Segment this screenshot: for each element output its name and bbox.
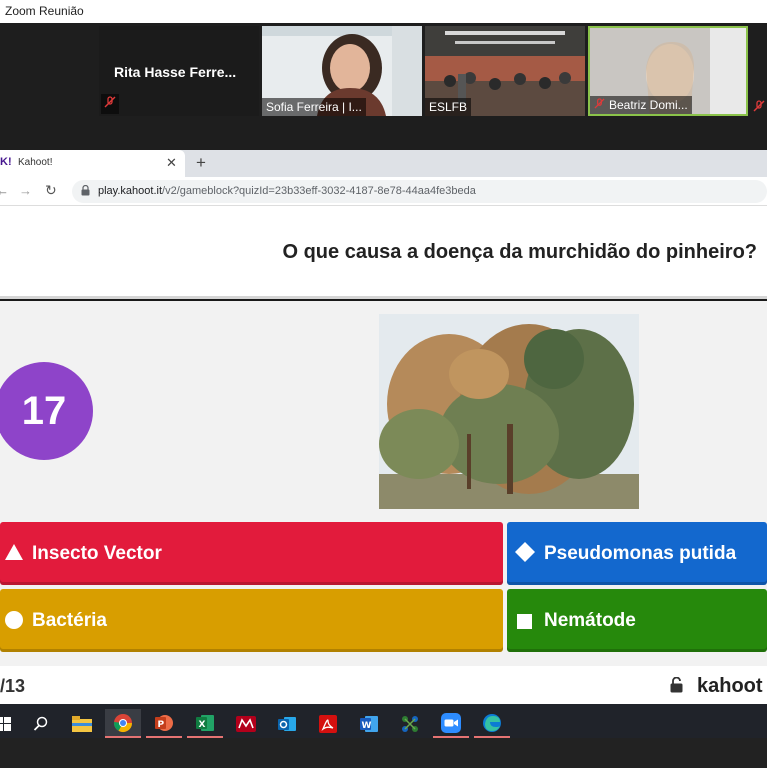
answer-button-3[interactable]: Bactéria [0, 589, 503, 652]
participant-name-label: Rita Hasse Ferre... [114, 64, 237, 80]
tab-kahoot[interactable]: K! Kahoot! ✕ [0, 150, 185, 177]
network-app-icon[interactable] [392, 709, 428, 738]
zoom-icon[interactable] [433, 709, 469, 738]
search-icon[interactable] [23, 709, 59, 738]
address-bar[interactable]: play.kahoot.it/v2/gameblock?quizId=23b33… [72, 180, 767, 203]
tab-close-icon[interactable]: ✕ [166, 155, 177, 171]
file-explorer-icon[interactable] [64, 709, 100, 738]
answer-label: Pseudomonas putida [544, 542, 737, 564]
powerpoint-icon[interactable]: P [146, 709, 182, 738]
kahoot-tab-logo: K! [0, 156, 12, 168]
edge-icon[interactable] [474, 709, 510, 738]
participant-name-label: ESLFB [425, 98, 472, 116]
acrobat-icon[interactable] [310, 709, 346, 738]
square-icon [517, 613, 532, 635]
url-text: play.kahoot.it/v2/gameblock?quizId=23b33… [98, 185, 476, 197]
question-image [379, 314, 639, 509]
countdown-timer: 17 [0, 362, 93, 460]
tab-title: Kahoot! [18, 157, 53, 168]
svg-text:W: W [362, 721, 372, 731]
mic-muted-icon [753, 99, 765, 117]
participant-tile-rita[interactable]: Rita Hasse Ferre... [99, 26, 259, 116]
answer-label: Insecto Vector [32, 542, 162, 564]
question-text: O que causa a doença da murchidão do pin… [282, 241, 757, 263]
game-stage: 17 Insecto Vector Pseudomonas putida Bac… [0, 301, 767, 666]
excel-icon[interactable]: X [187, 709, 223, 738]
answer-button-4[interactable]: Nemátode [507, 589, 767, 652]
answer-label: Bactéria [32, 609, 107, 631]
diamond-icon [515, 542, 535, 568]
windows-taskbar: P X W [0, 704, 767, 738]
question-progress: 6/13 [0, 676, 26, 696]
mendeley-icon[interactable] [228, 709, 264, 738]
circle-icon [5, 611, 23, 635]
answer-button-1[interactable]: Insecto Vector [0, 522, 503, 585]
answer-button-2[interactable]: Pseudomonas putida [507, 522, 767, 585]
zoom-participant-strip: Rita Hasse Ferre... Sofia Ferreira | I..… [0, 23, 767, 150]
lower-screen-area [0, 738, 767, 768]
browser-toolbar: ← → ↻ play.kahoot.it/v2/gameblock?quizId… [0, 177, 767, 206]
back-icon[interactable]: ← [0, 183, 9, 198]
zoom-window-title: Zoom Reunião [0, 0, 767, 23]
participant-name-label: Sofia Ferreira | I... [262, 98, 366, 116]
forward-icon[interactable]: → [19, 183, 32, 198]
question-header: O que causa a doença da murchidão do pin… [0, 206, 767, 299]
mic-muted-icon [594, 98, 605, 112]
participant-tile-eslfb[interactable]: ESLFB [425, 26, 585, 116]
svg-text:P: P [158, 720, 165, 730]
browser-tab-strip: K! Kahoot! ✕ + [0, 150, 767, 177]
windows-start-icon[interactable] [0, 709, 22, 738]
outlook-icon[interactable] [269, 709, 305, 738]
chrome-icon[interactable] [105, 709, 141, 738]
answer-label: Nemátode [544, 609, 636, 631]
reload-icon[interactable]: ↻ [45, 182, 57, 199]
participant-tile-beatriz[interactable]: Beatriz Domi... [588, 26, 748, 116]
lock-icon[interactable] [670, 676, 683, 698]
mic-muted-icon [101, 94, 119, 114]
new-tab-icon[interactable]: + [196, 153, 206, 173]
svg-text:X: X [199, 720, 206, 730]
participant-name-label: Beatriz Domi... [590, 96, 692, 114]
game-footer: 6/13 kahoot [0, 666, 767, 704]
triangle-icon [5, 544, 23, 566]
lock-icon [81, 184, 90, 199]
participant-tile-sofia[interactable]: Sofia Ferreira | I... [262, 26, 422, 116]
word-icon[interactable]: W [351, 709, 387, 738]
kahoot-brand: kahoot [697, 675, 763, 697]
